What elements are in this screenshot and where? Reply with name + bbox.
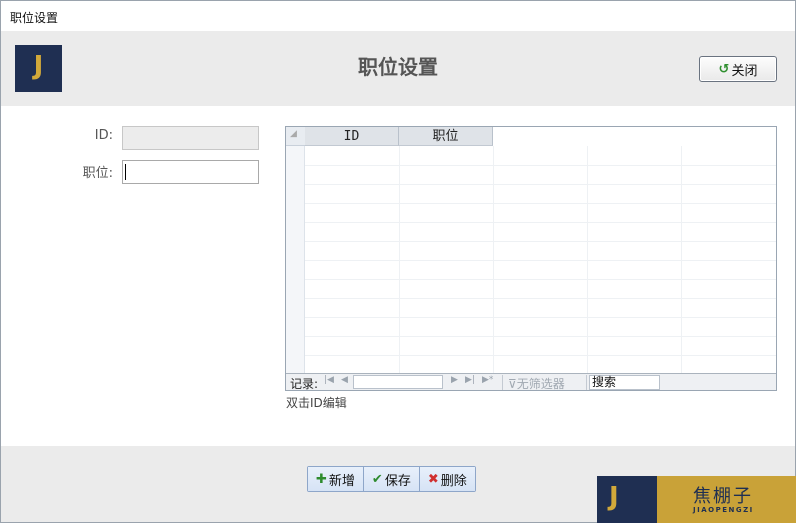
grid-line	[305, 355, 776, 356]
search-input[interactable]: 搜索	[589, 375, 660, 390]
brand-logo: J 焦棚子 JIAOPENGZI	[597, 476, 796, 523]
records-label: 记录:	[290, 377, 319, 391]
row-indicator-column	[286, 127, 305, 373]
data-grid[interactable]: ◢ ID 职位 记录: |◀ ◀ ▶ ▶| ▶* ⊽无筛选器 搜索	[285, 126, 777, 391]
save-button-label: 保存	[384, 473, 411, 489]
header-bar: J 职位设置 ↺ 关闭	[1, 31, 795, 106]
page-title: 职位设置	[358, 55, 438, 79]
window-title: 职位设置	[10, 11, 59, 25]
grid-line	[305, 241, 776, 242]
brand-name: 焦棚子	[693, 486, 753, 507]
action-button-group: ✚ 新增 ✔ 保存 ✖ 删除	[307, 466, 476, 492]
filter-label: 无筛选器	[516, 377, 565, 391]
delete-x-icon: ✖	[427, 471, 439, 487]
position-field[interactable]	[122, 160, 259, 184]
grid-line	[305, 298, 776, 299]
column-header-id[interactable]: ID	[305, 127, 399, 146]
grid-line	[305, 203, 776, 204]
divider	[586, 375, 587, 390]
close-button[interactable]: ↺ 关闭	[699, 56, 777, 82]
grid-corner[interactable]: ◢	[286, 127, 305, 146]
brand-navy-panel	[597, 476, 657, 523]
next-record-icon[interactable]: ▶	[451, 375, 458, 385]
last-record-icon[interactable]: ▶|	[465, 375, 475, 385]
id-label: ID:	[94, 128, 113, 143]
brand-letter: J	[609, 482, 619, 512]
filter-icon: ⊽	[508, 377, 517, 391]
add-button-label: 新增	[328, 473, 355, 489]
new-record-icon[interactable]: ▶*	[482, 375, 493, 385]
position-label: 职位:	[82, 166, 113, 181]
delete-button-label: 删除	[440, 473, 467, 489]
check-icon: ✔	[371, 471, 383, 487]
text-caret	[125, 164, 126, 180]
title-bar: 职位设置	[1, 1, 795, 31]
grid-line	[305, 336, 776, 337]
grid-line	[305, 260, 776, 261]
grid-line	[587, 146, 588, 373]
grid-corner-icon: ◢	[290, 129, 297, 139]
add-icon: ✚	[316, 471, 327, 487]
grid-line	[305, 317, 776, 318]
grid-line	[305, 184, 776, 185]
close-button-label: 关闭	[731, 63, 758, 79]
brand-pinyin: JIAOPENGZI	[693, 506, 754, 514]
grid-line	[399, 146, 400, 373]
footer-bar: ✚ 新增 ✔ 保存 ✖ 删除 J 焦棚子 JIAOPENGZI	[1, 446, 796, 523]
grid-line	[305, 165, 776, 166]
grid-line	[681, 146, 682, 373]
add-button[interactable]: ✚ 新增	[308, 467, 364, 491]
first-record-icon[interactable]: |◀	[324, 375, 334, 385]
previous-record-icon[interactable]: ◀	[341, 375, 348, 385]
filter-toggle[interactable]: ⊽无筛选器	[508, 375, 565, 391]
column-header-position[interactable]: 职位	[399, 127, 493, 146]
id-field[interactable]	[122, 126, 259, 150]
delete-button[interactable]: ✖ 删除	[419, 467, 475, 491]
save-button[interactable]: ✔ 保存	[363, 467, 420, 491]
divider	[502, 375, 503, 390]
app-window: 职位设置 J 职位设置 ↺ 关闭 ID: 职位: ◢ ID 职位 记录: |◀ …	[0, 0, 796, 523]
grid-navigator: 记录: |◀ ◀ ▶ ▶| ▶* ⊽无筛选器 搜索	[286, 373, 776, 390]
edit-hint: 双击ID编辑	[286, 396, 347, 410]
grid-line	[493, 146, 494, 373]
undo-arrow-icon: ↺	[718, 61, 730, 77]
record-number-input[interactable]	[353, 375, 443, 389]
grid-line	[305, 279, 776, 280]
grid-line	[305, 222, 776, 223]
